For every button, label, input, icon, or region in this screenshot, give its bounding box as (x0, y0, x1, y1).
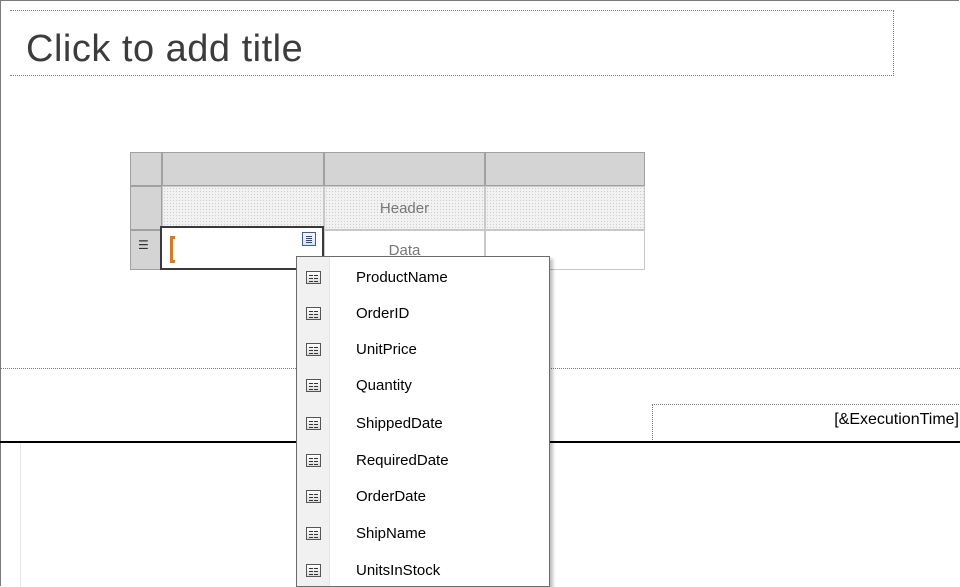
dropdown-item-quantity[interactable]: Quantity (297, 368, 549, 404)
dropdown-item-unitprice[interactable]: UnitPrice (297, 332, 549, 368)
dropdown-item-label: RequiredDate (356, 452, 449, 469)
dropdown-item-label: Quantity (356, 377, 412, 394)
field-icon (306, 271, 321, 284)
field-icon (306, 343, 321, 356)
field-icon (306, 417, 321, 430)
dropdown-item-orderdate[interactable]: OrderDate (297, 479, 549, 515)
field-icon (306, 527, 321, 540)
field-icon (306, 307, 321, 320)
execution-time-textbox[interactable]: [&ExecutionTime] (652, 404, 960, 442)
tablix-corner-handle[interactable] (130, 152, 162, 186)
dropdown-item-label: ProductName (356, 269, 448, 286)
dropdown-item-label: UnitPrice (356, 341, 417, 358)
field-list-icon[interactable] (302, 232, 316, 246)
dropdown-item-label: ShipName (356, 525, 427, 542)
dropdown-item-requireddate[interactable]: RequiredDate (297, 443, 549, 479)
field-icon (306, 454, 321, 467)
dropdown-item-unitsinstock[interactable]: UnitsInStock (297, 553, 549, 586)
dropdown-item-productname[interactable]: ProductName (297, 260, 549, 296)
row-handle-header[interactable] (130, 186, 162, 230)
dropdown-item-label: UnitsInStock (356, 562, 441, 579)
field-icon (306, 379, 321, 392)
header-cell-3[interactable] (485, 186, 645, 230)
three-lines-icon: ☰ (138, 238, 149, 252)
dropdown-item-label: ShippedDate (356, 415, 443, 432)
column-handle-3[interactable] (485, 152, 645, 186)
title-placeholder-text: Click to add title (26, 28, 304, 70)
execution-time-text: [&ExecutionTime] (834, 411, 959, 428)
column-handle-1[interactable] (162, 152, 324, 186)
dropdown-item-orderid[interactable]: OrderID (297, 296, 549, 332)
dropdown-item-label: OrderDate (356, 488, 427, 505)
field-icon (306, 490, 321, 503)
text-cursor-bracket (170, 236, 175, 263)
row-handle-data[interactable]: ☰ (130, 230, 162, 270)
title-placeholder[interactable]: Click to add title (10, 10, 894, 76)
dropdown-item-label: OrderID (356, 305, 410, 322)
dropdown-item-shipname[interactable]: ShipName (297, 516, 549, 552)
header-cell-label: Header (379, 200, 430, 217)
header-cell-2[interactable]: Header (324, 186, 485, 230)
dropdown-item-shippeddate[interactable]: ShippedDate (297, 406, 549, 442)
column-handle-2[interactable] (324, 152, 485, 186)
header-cell-1[interactable] (162, 186, 324, 230)
field-icon (306, 564, 321, 577)
field-dropdown[interactable]: ProductName OrderID UnitPrice Quantity S… (296, 256, 550, 587)
